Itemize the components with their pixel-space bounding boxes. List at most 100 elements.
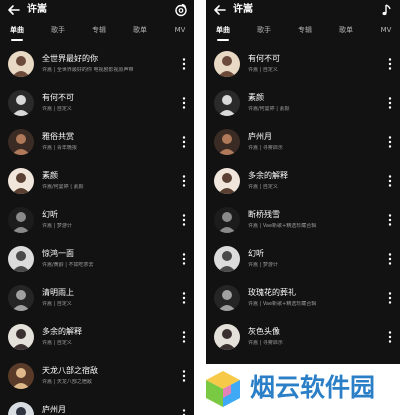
song-row[interactable]: 庐州月许嵩 | 寻雾启示 [206,122,400,161]
song-artist-album: 许嵩 | 自定义 [248,184,278,190]
song-artist-album: 许嵩 | 自定义 [42,340,72,346]
tab-albums[interactable]: 专辑 [92,26,106,35]
more-options-icon[interactable] [383,212,397,228]
song-title: 多余的解释 [248,171,288,180]
song-row[interactable]: 有何不可许嵩 | 自定义 [0,83,194,122]
album-art [8,246,34,272]
song-artist-album: 许嵩 | 自定义 [248,67,278,73]
album-art [8,207,34,233]
song-artist-album: 许嵩 | 寻雾启示 [248,145,283,151]
song-artist-album: 许嵩/黄龄 | 不如吃茶去 [42,262,94,268]
album-art [214,246,240,272]
song-title: 幻听 [42,210,58,219]
back-arrow-icon[interactable] [213,3,227,17]
song-row[interactable]: 玫瑰花的葬礼 许嵩 | Vae新歌+精选珍藏合辑 [206,278,400,317]
tab-bar: 单曲 歌手 专辑 歌单 MV [206,22,400,42]
tab-singles[interactable]: 单曲 [10,26,24,35]
song-title: 断桥残雪 [248,210,280,219]
search-results-screen-right: 许嵩 单曲 歌手 专辑 歌单 MV 有何不可 许嵩 | 自定义 素颜 许嵩/何曼婷 |… [206,0,400,415]
more-options-icon[interactable] [177,56,191,72]
song-row[interactable]: 全世界最好的你许嵩 | 全世界最好的你 电视剧影视原声带 [0,44,194,83]
song-title: 清明雨上 [42,288,74,297]
more-options-icon[interactable] [177,407,191,415]
more-options-icon[interactable] [383,173,397,189]
watermark-text: 烟云软件园 [250,373,376,402]
tab-mv[interactable]: MV [175,26,186,35]
tab-playlists[interactable]: 歌单 [133,26,147,35]
more-options-icon[interactable] [177,95,191,111]
song-title: 雅俗共赏 [42,132,74,141]
song-row[interactable]: 幻听 许嵩 | 梦游计 [206,239,400,278]
tab-bar: 单曲 歌手 专辑 歌单 MV [0,22,194,42]
song-row[interactable]: 多余的解释许嵩 | 自定义 [206,161,400,200]
page-title: 许嵩 [233,4,253,15]
tab-singles[interactable]: 单曲 [216,26,230,35]
album-art [214,207,240,233]
more-options-icon[interactable] [383,134,397,150]
album-art [214,129,240,155]
song-artist-album: 许嵩 | 全世界最好的你 电视剧影视原声带 [42,67,134,73]
tab-artists[interactable]: 歌手 [257,26,271,35]
song-title: 惊鸿一面 [42,249,74,258]
song-row[interactable]: 素颜许嵩/何曼婷 | 素颜 [0,161,194,200]
album-art [8,51,34,77]
song-title: 有何不可 [248,54,280,63]
song-title: 庐州月 [42,405,66,414]
song-title: 庐州月 [248,132,272,141]
song-title: 有何不可 [42,93,74,102]
album-art [8,363,34,389]
song-row[interactable]: 素颜许嵩/何曼婷 | 素颜 [206,83,400,122]
more-options-icon[interactable] [383,56,397,72]
song-row[interactable]: 断桥残雪许嵩 | Vae新歌+精选珍藏合辑 [206,200,400,239]
more-options-icon[interactable] [177,368,191,384]
song-title: 全世界最好的你 [42,54,98,63]
music-note-icon[interactable] [380,3,394,17]
more-options-icon[interactable] [177,173,191,189]
song-artist-album: 许嵩 | 自定义 [42,301,72,307]
song-row[interactable]: 有何不可许嵩 | 自定义 [206,44,400,83]
song-title: 天龙八部之宿敌 [42,366,98,375]
tab-artists[interactable]: 歌手 [51,26,65,35]
song-artist-album: 许嵩 | Vae新歌+精选珍藏合辑 [248,223,317,229]
album-art [8,324,34,350]
album-art [8,285,34,311]
song-title: 素颜 [42,171,58,180]
song-row[interactable]: 庐州月许嵩 | 寻雾启示 [0,395,194,415]
song-row[interactable]: 天龙八部之宿敌 许嵩 | 天龙八部之宿敌 [0,356,194,395]
fm-radio-icon[interactable] [174,3,188,17]
tab-albums[interactable]: 专辑 [298,26,312,35]
song-artist-album: 许嵩/何曼婷 | 素颜 [42,184,84,190]
song-row[interactable]: 多余的解释 许嵩 | 自定义 [0,317,194,356]
more-options-icon[interactable] [177,212,191,228]
album-art [8,402,34,415]
more-options-icon[interactable] [383,95,397,111]
top-bar: 许嵩 [0,0,194,22]
song-row[interactable]: 清明雨上许嵩 | 自定义 [0,278,194,317]
album-art [214,168,240,194]
song-row[interactable]: 灰色头像 许嵩 | 寻雾启示 [206,317,400,356]
album-art [8,129,34,155]
song-title: 素颜 [248,93,264,102]
more-options-icon[interactable] [383,329,397,345]
more-options-icon[interactable] [383,251,397,267]
song-row[interactable]: 惊鸿一面许嵩/黄龄 | 不如吃茶去 [0,239,194,278]
tab-mv[interactable]: MV [381,26,392,35]
active-tab-indicator [217,39,229,41]
song-title: 幻听 [248,249,264,258]
song-title: 灰色头像 [248,327,280,336]
more-options-icon[interactable] [177,290,191,306]
more-options-icon[interactable] [177,134,191,150]
song-row[interactable]: 幻听 许嵩 | 梦游计 [0,200,194,239]
page-title: 许嵩 [27,4,47,15]
active-tab-indicator [11,39,23,41]
song-artist-album: 许嵩/何曼婷 | 素颜 [248,106,290,112]
album-art [214,324,240,350]
song-row[interactable]: 雅俗共赏 许嵩 | 青年晚报 [0,122,194,161]
more-options-icon[interactable] [383,290,397,306]
album-art [8,90,34,116]
tab-playlists[interactable]: 歌单 [339,26,353,35]
back-arrow-icon[interactable] [7,3,21,17]
more-options-icon[interactable] [177,251,191,267]
more-options-icon[interactable] [177,329,191,345]
song-artist-album: 许嵩 | 自定义 [42,106,72,112]
